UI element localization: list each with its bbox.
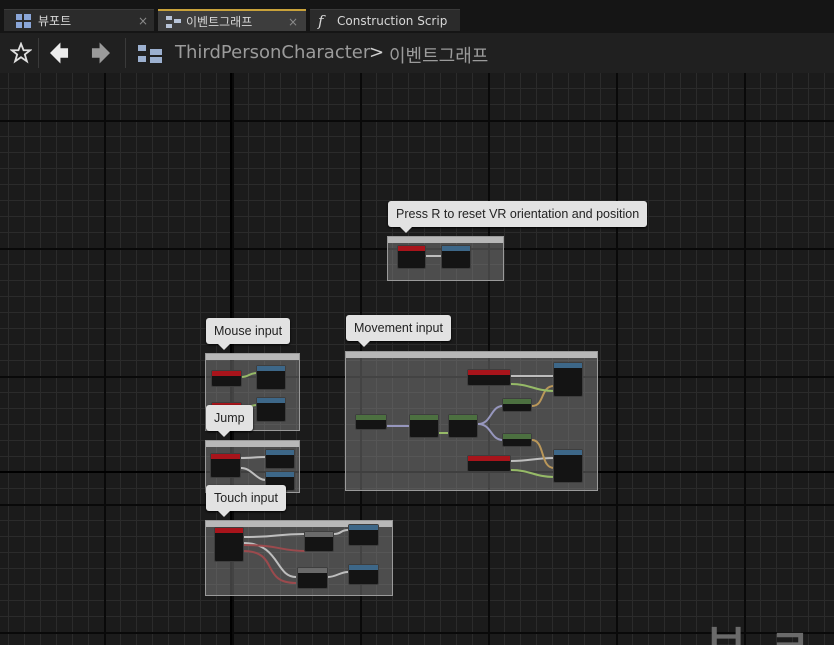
function-call-node[interactable] xyxy=(256,397,286,422)
node-header xyxy=(398,246,425,251)
input-axis-move-forward-node[interactable] xyxy=(467,369,511,386)
function-call-node[interactable] xyxy=(348,524,379,546)
breadcrumb-root[interactable]: ThirdPersonCharacter xyxy=(175,42,370,63)
tab-label: 뷰포트 xyxy=(38,14,72,28)
function-call-node[interactable] xyxy=(265,449,295,469)
watermark-text: 브 ㄹ xyxy=(706,610,814,645)
node-header xyxy=(410,415,438,420)
node-header xyxy=(266,472,294,477)
comment-title-bar xyxy=(206,441,299,447)
tab-event-graph[interactable]: 이벤트그래프 × xyxy=(158,9,306,31)
node-header xyxy=(266,450,294,455)
graph-toolbar: ThirdPersonCharacter > 이벤트그래프 xyxy=(0,33,834,73)
tab-construction-script[interactable]: f Construction Scrip xyxy=(310,9,460,31)
function-call-node[interactable] xyxy=(256,365,286,390)
viewport-grid-icon xyxy=(16,14,31,28)
comment-bubble-jump[interactable]: Jump xyxy=(206,405,253,437)
node-header xyxy=(298,568,327,573)
input-action-node[interactable] xyxy=(397,245,426,269)
input-axis-node[interactable] xyxy=(355,414,387,430)
back-arrow-icon[interactable] xyxy=(50,42,69,64)
node-header xyxy=(503,399,531,404)
comment-title-bar xyxy=(388,237,503,243)
comment-title-bar xyxy=(206,354,299,360)
comment-title-bar xyxy=(346,352,597,358)
node-header xyxy=(503,434,531,439)
node-header xyxy=(305,532,333,537)
tab-close-icon[interactable]: × xyxy=(288,11,298,33)
get-forward-vector-node[interactable] xyxy=(502,398,532,412)
input-axis-move-right-node[interactable] xyxy=(467,455,511,472)
input-action-node[interactable] xyxy=(210,453,241,478)
toolbar-divider xyxy=(125,38,126,68)
comment-bubble-mouse-input[interactable]: Mouse input xyxy=(206,318,291,350)
node-header xyxy=(554,363,582,368)
tab-viewport[interactable]: 뷰포트 × xyxy=(4,9,154,31)
node-header xyxy=(449,415,477,420)
input-axis-event-node[interactable] xyxy=(211,370,242,387)
branch-node[interactable] xyxy=(304,531,334,552)
node-header xyxy=(211,454,240,459)
comment-bubble-reset-vr[interactable]: Press R to reset VR orientation and posi… xyxy=(388,201,648,233)
tab-label: Construction Scrip xyxy=(337,14,448,28)
breadcrumb-separator-icon: > xyxy=(369,42,385,63)
node-header xyxy=(468,456,510,461)
node-header xyxy=(257,398,285,403)
node-header xyxy=(215,528,243,533)
function-call-node[interactable] xyxy=(441,245,471,269)
add-movement-input-node[interactable] xyxy=(553,362,583,397)
function-icon: f xyxy=(318,12,324,30)
node-header xyxy=(212,371,241,376)
star-icon[interactable] xyxy=(10,42,32,64)
toolbar-divider xyxy=(38,38,39,68)
get-right-vector-node[interactable] xyxy=(502,433,532,447)
graph-canvas[interactable]: Press R to reset VR orientation and posi… xyxy=(0,73,834,645)
blueprint-icon xyxy=(138,45,162,63)
input-touch-event-node[interactable] xyxy=(214,527,244,562)
node-header xyxy=(554,450,582,455)
node-header xyxy=(442,246,470,251)
tab-label: 이벤트그래프 xyxy=(186,15,253,29)
event-graph-icon xyxy=(166,16,181,28)
tab-close-icon[interactable]: × xyxy=(138,10,148,32)
make-rotator-node[interactable] xyxy=(448,414,478,438)
function-call-node[interactable] xyxy=(348,564,379,585)
add-movement-input-node[interactable] xyxy=(553,449,583,483)
node-header xyxy=(349,525,378,530)
get-control-rotation-node[interactable] xyxy=(409,414,439,438)
branch-node[interactable] xyxy=(297,567,328,589)
forward-arrow-icon[interactable] xyxy=(91,42,110,64)
comment-bubble-movement-input[interactable]: Movement input xyxy=(346,315,451,347)
node-header xyxy=(349,565,378,570)
breadcrumb-current: 이벤트그래프 xyxy=(389,46,489,67)
node-header xyxy=(356,415,386,420)
comment-bubble-touch-input[interactable]: Touch input xyxy=(206,485,286,517)
tab-bar: 뷰포트 × 이벤트그래프 × f Construction Scrip xyxy=(0,0,834,33)
node-header xyxy=(468,370,510,375)
node-header xyxy=(257,366,285,371)
